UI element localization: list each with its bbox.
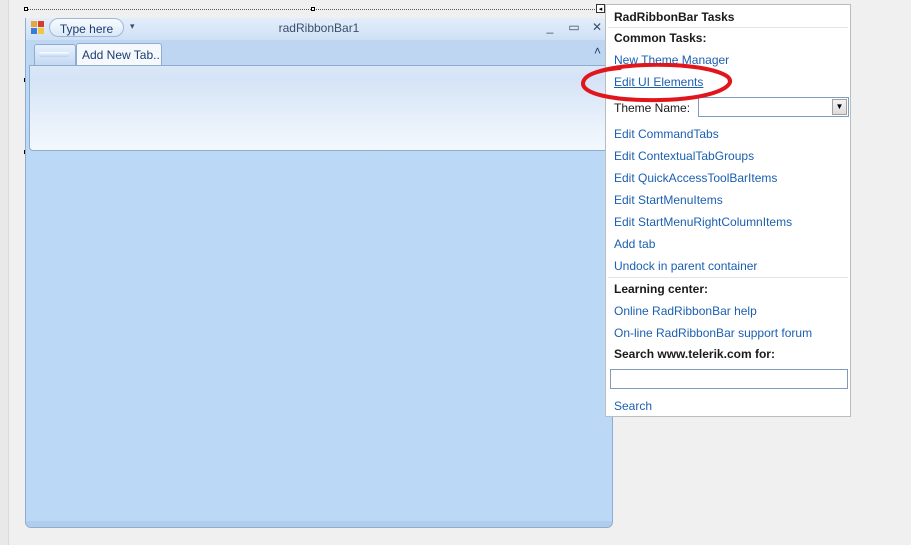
application-button[interactable] bbox=[34, 44, 76, 66]
link-add-tab[interactable]: Add tab bbox=[614, 237, 655, 251]
close-button[interactable]: ✕ bbox=[590, 20, 604, 34]
ribbon-content-area bbox=[29, 65, 608, 151]
selection-handle[interactable] bbox=[24, 7, 28, 11]
theme-name-label: Theme Name: bbox=[614, 101, 691, 115]
form-bottom-border bbox=[26, 521, 612, 527]
search-heading: Search www.telerik.com for: bbox=[614, 347, 775, 361]
app-menu-icon[interactable] bbox=[31, 21, 45, 35]
selection-handle[interactable] bbox=[311, 7, 315, 11]
ribbon-bar: Add New Tab... ˄ bbox=[29, 40, 608, 153]
link-online-help[interactable]: Online RadRibbonBar help bbox=[614, 304, 757, 318]
application-button-glyph bbox=[39, 52, 69, 57]
dropdown-arrow-icon[interactable]: ▼ bbox=[832, 99, 847, 115]
link-edit-commandtabs[interactable]: Edit CommandTabs bbox=[614, 127, 719, 141]
quick-access-dropdown-icon[interactable]: ▾ bbox=[130, 21, 135, 32]
learning-center-heading: Learning center: bbox=[614, 282, 709, 296]
divider bbox=[608, 277, 848, 278]
link-edit-contextualtabgroups[interactable]: Edit ContextualTabGroups bbox=[614, 149, 754, 163]
link-undock[interactable]: Undock in parent container bbox=[614, 259, 757, 273]
maximize-button[interactable]: ▭ bbox=[567, 20, 581, 34]
smart-tag-icon[interactable]: ◂ bbox=[596, 4, 605, 13]
ribbon-tab-strip: Add New Tab... ˄ bbox=[29, 40, 608, 66]
link-support-forum[interactable]: On-line RadRibbonBar support forum bbox=[614, 326, 812, 340]
link-edit-quickaccesstoolbaritems[interactable]: Edit QuickAccessToolBarItems bbox=[614, 171, 777, 185]
tasks-panel-title: RadRibbonBar Tasks bbox=[614, 10, 735, 24]
common-tasks-heading: Common Tasks: bbox=[614, 31, 707, 45]
tab-add-new[interactable]: Add New Tab... bbox=[76, 43, 162, 66]
quick-access-type-here[interactable]: Type here bbox=[49, 18, 124, 37]
search-link[interactable]: Search bbox=[614, 399, 652, 413]
designer-surface: Type here ▾ radRibbonBar1 _ ▭ ✕ Add New … bbox=[0, 0, 911, 545]
collapse-ribbon-icon[interactable]: ˄ bbox=[594, 44, 601, 58]
search-input[interactable] bbox=[610, 369, 848, 389]
red-highlight-ellipse bbox=[581, 63, 732, 103]
link-edit-startmenuitems[interactable]: Edit StartMenuItems bbox=[614, 193, 723, 207]
minimize-button[interactable]: _ bbox=[543, 20, 557, 34]
link-edit-startmenurightcolumnitems[interactable]: Edit StartMenuRightColumnItems bbox=[614, 215, 792, 229]
form-title-bar[interactable]: Type here ▾ radRibbonBar1 _ ▭ ✕ bbox=[26, 18, 612, 40]
divider bbox=[608, 27, 848, 28]
designer-left-strip bbox=[0, 0, 9, 545]
